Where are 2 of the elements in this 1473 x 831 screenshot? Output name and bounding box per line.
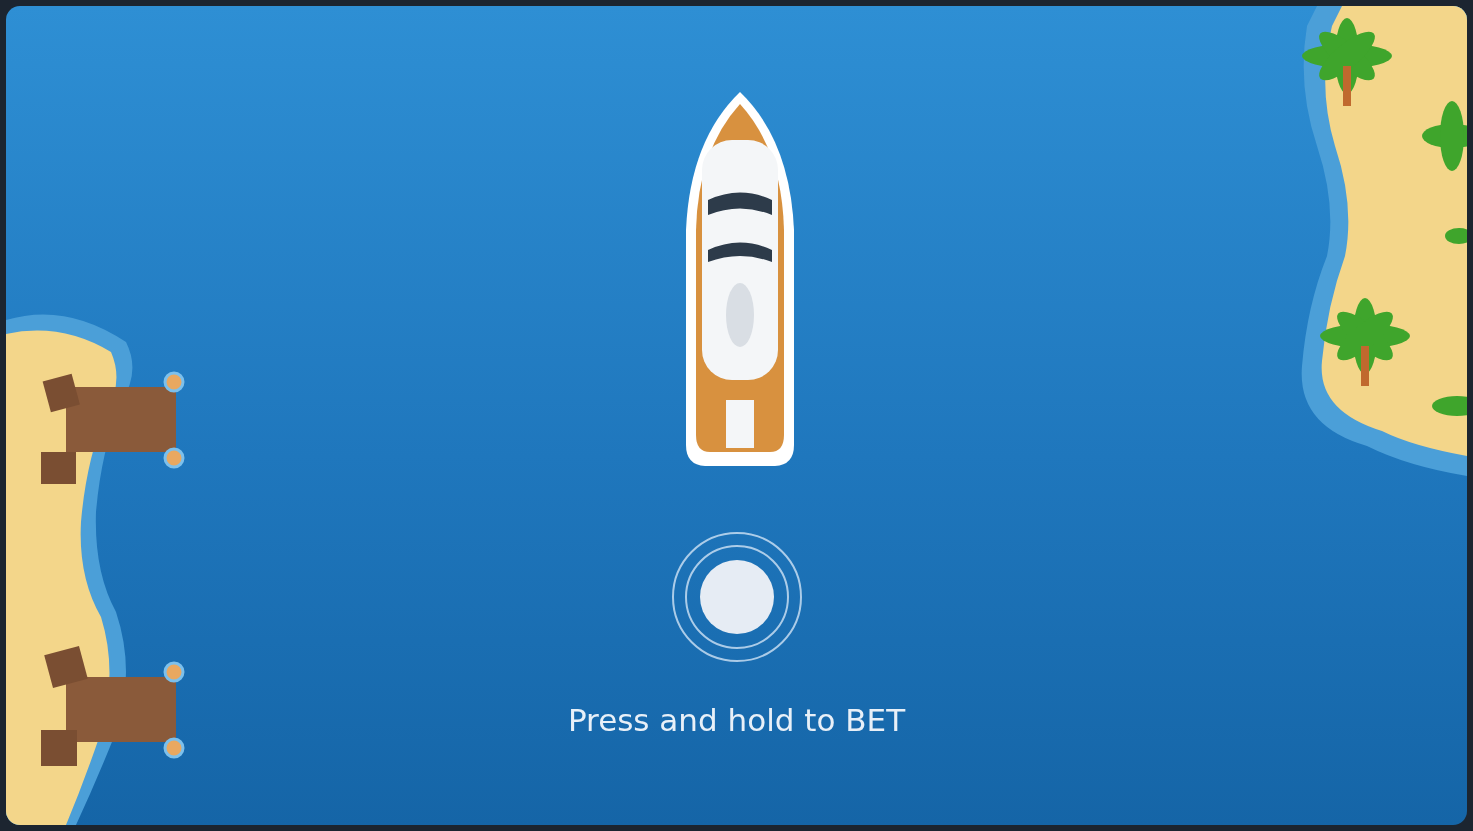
hold-to-bet-button[interactable] bbox=[671, 532, 802, 662]
bet-instruction-text: Press and hold to BET bbox=[567, 702, 906, 738]
